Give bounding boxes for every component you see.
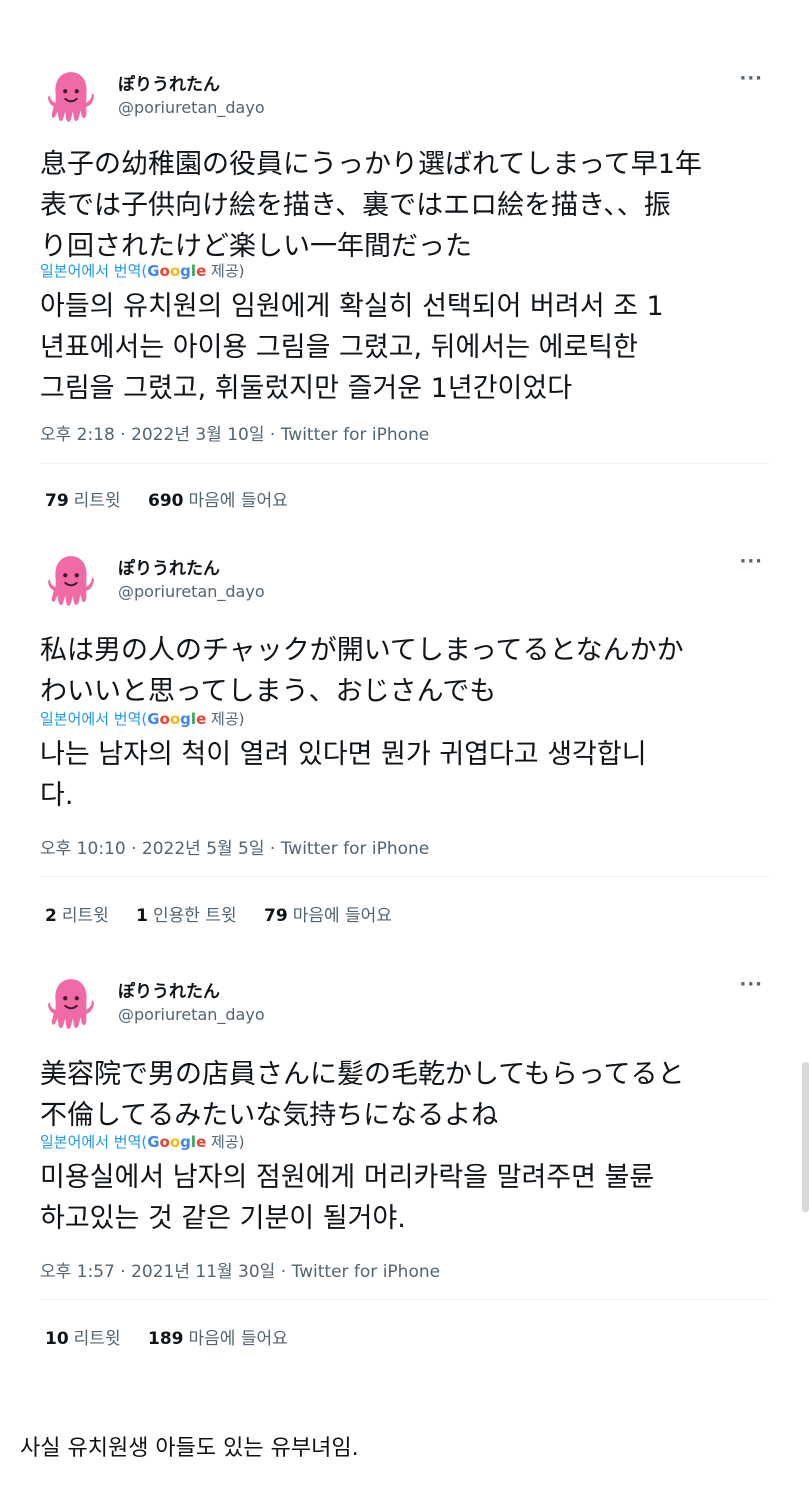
tweet-card[interactable]: ぽりうれたん @poriuretan_dayo ··· 息子の幼稚園の役員にうっ… bbox=[20, 40, 775, 525]
retweet-count[interactable]: 10 리트윗 bbox=[45, 1329, 121, 1349]
google-logo: Google bbox=[147, 710, 207, 728]
tweet-stats: 79 리트윗 690 마음에 들어요 bbox=[45, 486, 310, 511]
tweet-stats: 10 리트윗 189 마음에 들어요 bbox=[45, 1324, 310, 1349]
divider bbox=[40, 1299, 770, 1300]
post-caption: 사실 유치원생 아들도 있는 유부녀임. bbox=[20, 1436, 359, 1461]
tweet-text: 美容院で男の店員さんに髪の毛乾かしてもらってると 不倫してるみたいな気持ちになる… bbox=[40, 1059, 685, 1131]
tweet-text: 私は男の人のチャックが開いてしまってるとなんかか わいいと思ってしまう、おじさん… bbox=[40, 635, 684, 707]
translate-label: 일본어에서 번역( bbox=[40, 1133, 148, 1151]
translation-attribution[interactable]: 일본어에서 번역(Google 제공) bbox=[40, 708, 245, 729]
more-options-icon[interactable]: ··· bbox=[739, 551, 763, 572]
translation-attribution[interactable]: 일본어에서 번역(Google 제공) bbox=[40, 1131, 245, 1152]
more-options-icon[interactable]: ··· bbox=[739, 974, 763, 995]
tweet-stats: 2 리트윗 1 인용한 트윗 79 마음에 들어요 bbox=[45, 901, 414, 926]
google-logo: Google bbox=[147, 1133, 207, 1151]
tweet-translation: 나는 남자의 척이 열려 있다면 뭔가 귀엽다고 생각합니 다. bbox=[40, 739, 647, 811]
quote-tweet-count[interactable]: 1 인용한 트윗 bbox=[136, 906, 236, 926]
user-handle[interactable]: @poriuretan_dayo bbox=[118, 582, 265, 601]
tweet-card[interactable]: ぽりうれたん @poriuretan_dayo ··· 美容院で男の店員さんに髪… bbox=[20, 960, 775, 1365]
display-name[interactable]: ぽりうれたん bbox=[118, 70, 220, 95]
tweet-timestamp[interactable]: 오후 2:18 · 2022년 3월 10일 · Twitter for iPh… bbox=[40, 420, 429, 445]
user-handle[interactable]: @poriuretan_dayo bbox=[118, 98, 265, 117]
more-options-icon[interactable]: ··· bbox=[739, 68, 763, 89]
translation-attribution[interactable]: 일본어에서 번역(Google 제공) bbox=[40, 260, 245, 281]
avatar[interactable] bbox=[48, 977, 94, 1031]
tweet-card[interactable]: ぽりうれたん @poriuretan_dayo ··· 私は男の人のチャックが開… bbox=[20, 537, 775, 944]
tweet-timestamp[interactable]: 오후 1:57 · 2021년 11월 30일 · Twitter for iP… bbox=[40, 1257, 440, 1282]
tweet-text: 息子の幼稚園の役員にうっかり選ばれてしまって早1年 表では子供向け絵を描き、裏で… bbox=[40, 149, 702, 262]
tweet-timestamp[interactable]: 오후 10:10 · 2022년 5월 5일 · Twitter for iPh… bbox=[40, 834, 429, 859]
translate-provide-label: 제공) bbox=[206, 262, 245, 280]
translate-label: 일본어에서 번역( bbox=[40, 262, 148, 280]
retweet-count[interactable]: 2 리트윗 bbox=[45, 906, 109, 926]
user-handle[interactable]: @poriuretan_dayo bbox=[118, 1005, 265, 1024]
like-count[interactable]: 79 마음에 들어요 bbox=[264, 906, 392, 926]
like-count[interactable]: 690 마음에 들어요 bbox=[148, 491, 288, 511]
google-logo: Google bbox=[147, 262, 207, 280]
tweet-translation: 미용실에서 남자의 점원에게 머리카락을 말려주면 불륜 하고있는 것 같은 기… bbox=[40, 1162, 655, 1234]
translate-provide-label: 제공) bbox=[206, 710, 245, 728]
display-name[interactable]: ぽりうれたん bbox=[118, 554, 220, 579]
retweet-count[interactable]: 79 리트윗 bbox=[45, 491, 121, 511]
scrollbar[interactable] bbox=[802, 1062, 809, 1212]
like-count[interactable]: 189 마음에 들어요 bbox=[148, 1329, 288, 1349]
translate-provide-label: 제공) bbox=[206, 1133, 245, 1151]
avatar[interactable] bbox=[48, 70, 94, 124]
avatar[interactable] bbox=[48, 554, 94, 608]
tweet-translation: 아들의 유치원의 임원에게 확실히 선택되어 버려서 조 1 년표에서는 아이용… bbox=[40, 291, 664, 404]
display-name[interactable]: ぽりうれたん bbox=[118, 977, 220, 1002]
divider bbox=[40, 876, 770, 877]
divider bbox=[40, 463, 770, 464]
translate-label: 일본어에서 번역( bbox=[40, 710, 148, 728]
